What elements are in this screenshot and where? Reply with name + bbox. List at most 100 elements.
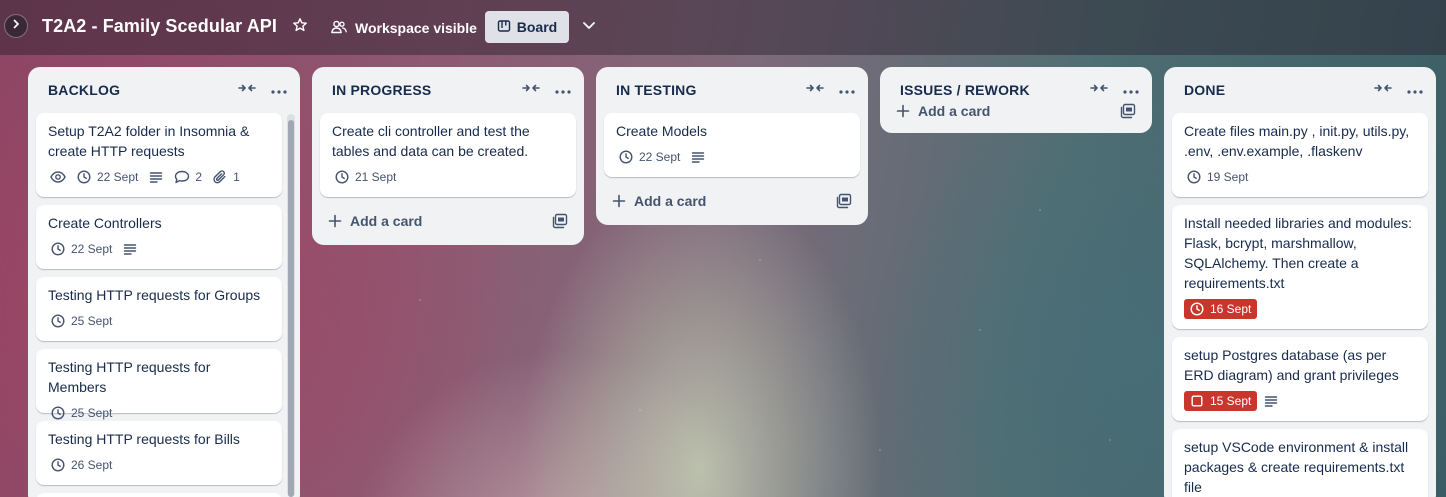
card[interactable]: Testing HTTP requests for Groups 25 Sept bbox=[36, 277, 282, 341]
description-icon bbox=[690, 149, 706, 165]
clock-icon bbox=[618, 149, 634, 165]
collapse-icon bbox=[238, 81, 256, 99]
due-date-text: 26 Sept bbox=[71, 458, 113, 472]
card-title: setup VSCode environment & install packa… bbox=[1184, 439, 1409, 495]
eye-icon bbox=[50, 169, 66, 185]
card[interactable]: Testing HTTP requests for Members 25 Sep… bbox=[36, 349, 282, 420]
board-view-icon bbox=[497, 19, 511, 36]
visibility-label: Workspace visible bbox=[355, 20, 477, 36]
description-icon bbox=[148, 169, 164, 185]
card[interactable]: setup Postgres database (as per ERD diag… bbox=[1172, 337, 1428, 421]
list-menu-button[interactable] bbox=[1402, 79, 1428, 101]
overdue-due-date-badge[interactable]: 16 Sept bbox=[1184, 299, 1258, 319]
create-from-template-icon[interactable] bbox=[836, 193, 852, 209]
create-from-template-icon[interactable] bbox=[552, 213, 568, 229]
plus-icon bbox=[896, 104, 910, 118]
card[interactable]: Create cli controller and test the table… bbox=[320, 113, 576, 197]
due-date-badge[interactable]: 26 Sept bbox=[48, 455, 116, 475]
comment-icon bbox=[174, 169, 190, 185]
board-view-button[interactable]: Board bbox=[485, 11, 569, 43]
board-header: T2A2 - Family Scedular API Workspace vis… bbox=[0, 0, 1446, 55]
collapse-icon bbox=[522, 81, 540, 99]
clock-icon bbox=[50, 457, 66, 473]
collapse-list-button[interactable] bbox=[802, 79, 828, 101]
clock-icon bbox=[50, 313, 66, 329]
card[interactable]: Create Models 22 Sept bbox=[604, 113, 860, 177]
list-title[interactable]: IN PROGRESS bbox=[332, 82, 431, 98]
more-icon bbox=[271, 81, 287, 99]
card[interactable]: Create files main.py , init.py, utils.py… bbox=[1172, 113, 1428, 197]
list-menu-button[interactable] bbox=[834, 79, 860, 101]
card-title: Setup T2A2 folder in Insomnia & create H… bbox=[48, 123, 250, 159]
due-date-text: 21 Sept bbox=[355, 170, 397, 184]
due-date-badge[interactable]: 25 Sept bbox=[48, 311, 116, 331]
description-badge bbox=[1261, 391, 1283, 411]
list-menu-button[interactable] bbox=[266, 79, 292, 101]
collapse-list-button[interactable] bbox=[518, 79, 544, 101]
collapse-list-button[interactable] bbox=[234, 79, 260, 101]
due-date-badge[interactable]: 19 Sept bbox=[1184, 167, 1252, 187]
board-title[interactable]: T2A2 - Family Scedular API bbox=[42, 16, 277, 37]
workspace-users-icon bbox=[330, 19, 348, 38]
paperclip-icon bbox=[212, 169, 228, 185]
list-title[interactable]: BACKLOG bbox=[48, 82, 120, 98]
list-title[interactable]: IN TESTING bbox=[616, 82, 697, 98]
clock-icon bbox=[334, 169, 350, 185]
attachments-count: 1 bbox=[233, 170, 240, 184]
due-date-badge[interactable]: 22 Sept bbox=[48, 239, 116, 259]
card[interactable]: Create Controllers 22 Sept bbox=[36, 205, 282, 269]
card[interactable]: Setup T2A2 folder in Insomnia & create H… bbox=[36, 113, 282, 197]
card[interactable]: Install needed libraries and modules: Fl… bbox=[1172, 205, 1428, 329]
due-date-text: 15 Sept bbox=[1210, 394, 1252, 408]
description-badge bbox=[146, 167, 168, 187]
add-card-button[interactable]: Add a card bbox=[604, 185, 860, 217]
description-badge bbox=[688, 147, 710, 167]
list-menu-button[interactable] bbox=[550, 79, 576, 101]
clock-icon bbox=[50, 405, 66, 421]
list-backlog: BACKLOG Setup T2A2 folder in Insomnia & … bbox=[28, 67, 300, 497]
due-date-text: 16 Sept bbox=[1210, 302, 1252, 316]
due-date-badge[interactable]: 21 Sept bbox=[332, 167, 400, 187]
add-card-button[interactable]: Add a card bbox=[320, 205, 576, 237]
due-date-text: 19 Sept bbox=[1207, 170, 1249, 184]
visibility-button[interactable]: Workspace visible bbox=[330, 14, 477, 42]
list-scrollbar-thumb[interactable] bbox=[288, 120, 294, 497]
board-view-label: Board bbox=[516, 19, 558, 35]
more-icon bbox=[555, 81, 571, 99]
description-icon bbox=[1263, 393, 1279, 409]
overdue-due-date-badge[interactable]: 15 Sept bbox=[1184, 391, 1258, 411]
attachments-badge: 1 bbox=[210, 167, 244, 187]
card[interactable]: Testing HTTP requests for Bills 26 Sept bbox=[36, 421, 282, 485]
description-icon bbox=[122, 241, 138, 257]
sidebar-toggle-button[interactable] bbox=[4, 14, 28, 38]
clock-icon bbox=[76, 169, 92, 185]
views-dropdown-button[interactable] bbox=[577, 15, 601, 39]
add-card-label: Add a card bbox=[634, 193, 707, 209]
comments-badge: 2 bbox=[172, 167, 206, 187]
card-title: Install needed libraries and modules: Fl… bbox=[1184, 215, 1413, 291]
card[interactable]: setup VSCode environment & install packa… bbox=[1172, 429, 1428, 497]
add-card-button[interactable]: Add a card bbox=[888, 95, 1144, 127]
card[interactable] bbox=[36, 493, 282, 497]
description-badge bbox=[120, 239, 142, 259]
card-title: Create files main.py , init.py, utils.py… bbox=[1184, 123, 1410, 159]
card-title: Create cli controller and test the table… bbox=[332, 123, 530, 159]
list-header: IN TESTING bbox=[604, 67, 860, 113]
due-date-text: 22 Sept bbox=[639, 150, 681, 164]
collapse-icon bbox=[806, 81, 824, 99]
due-date-badge[interactable]: 25 Sept bbox=[48, 403, 116, 423]
plus-icon bbox=[328, 214, 342, 228]
card-title: Testing HTTP requests for Members bbox=[48, 359, 211, 395]
list-title[interactable]: DONE bbox=[1184, 82, 1225, 98]
list-in-progress: IN PROGRESS Create cli controller and te… bbox=[312, 67, 584, 245]
checkbox-icon bbox=[1189, 393, 1205, 409]
list-header: BACKLOG bbox=[36, 67, 292, 113]
due-date-text: 25 Sept bbox=[71, 406, 113, 420]
plus-icon bbox=[612, 194, 626, 208]
due-date-badge[interactable]: 22 Sept bbox=[616, 147, 684, 167]
star-button[interactable] bbox=[288, 15, 312, 39]
due-date-badge[interactable]: 22 Sept bbox=[74, 167, 142, 187]
due-date-text: 22 Sept bbox=[97, 170, 139, 184]
collapse-list-button[interactable] bbox=[1370, 79, 1396, 101]
create-from-template-icon[interactable] bbox=[1120, 103, 1136, 119]
